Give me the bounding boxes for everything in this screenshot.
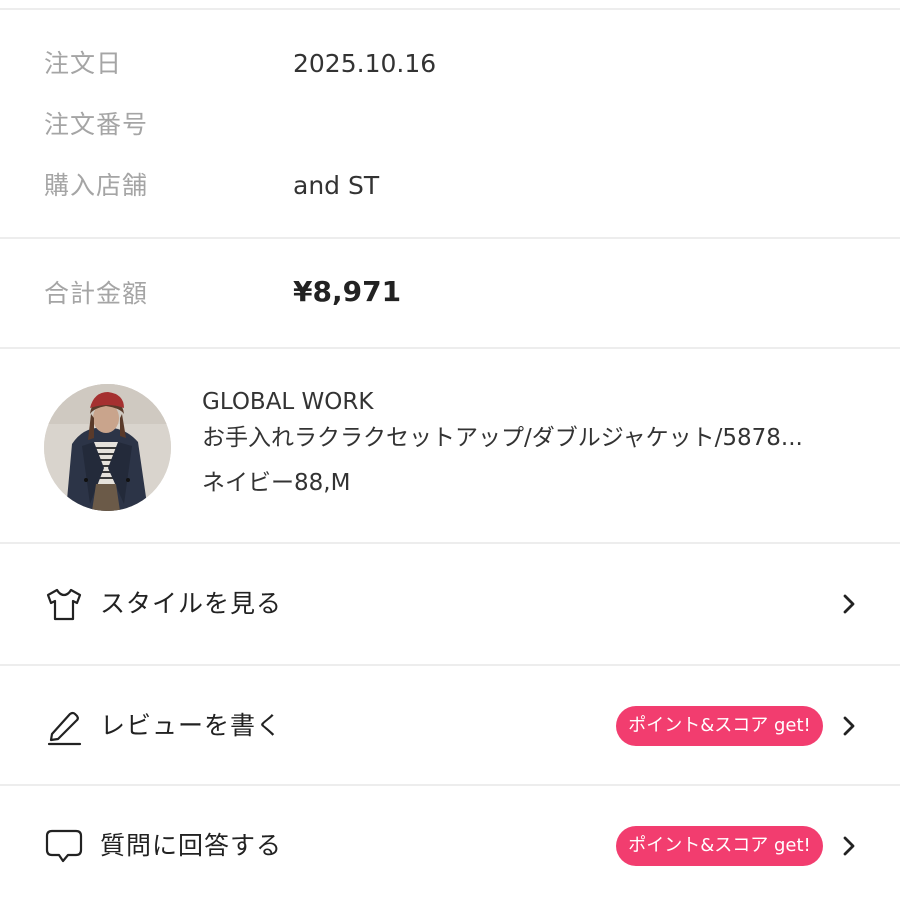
order-info-section: 注文日 2025.10.16 注文番号 購入店舗 and ST xyxy=(0,10,900,238)
product-item[interactable]: GLOBAL WORK お手入れラクラクセットアップ/ダブルジャケット/5878… xyxy=(0,350,900,543)
product-brand: GLOBAL WORK xyxy=(202,389,374,415)
chevron-right-icon xyxy=(843,594,855,614)
product-name: お手入れラクラクセットアップ/ダブルジャケット/5878... xyxy=(202,425,803,451)
divider xyxy=(0,237,900,239)
points-badge: ポイント&スコア get! xyxy=(616,706,823,746)
answer-question-row[interactable]: 質問に回答する ポイント&スコア get! xyxy=(0,786,900,900)
total-amount-label: 合計金額 xyxy=(44,279,149,308)
product-thumbnail[interactable] xyxy=(44,384,171,511)
store-row: 購入店舗 and ST xyxy=(0,166,900,206)
points-badge: ポイント&スコア get! xyxy=(616,826,823,866)
divider xyxy=(0,347,900,349)
product-variant: ネイビー88,M xyxy=(202,470,351,496)
store-label: 購入店舗 xyxy=(44,171,149,200)
order-date-value: 2025.10.16 xyxy=(293,49,437,78)
pencil-icon xyxy=(47,711,82,746)
order-date-row: 注文日 2025.10.16 xyxy=(0,44,900,84)
store-value: and ST xyxy=(293,171,380,200)
t-shirt-icon xyxy=(46,588,82,621)
chevron-right-icon xyxy=(843,716,855,736)
write-review-label: レビューを書く xyxy=(100,711,283,740)
speech-bubble-icon xyxy=(45,829,83,863)
order-number-label: 注文番号 xyxy=(44,110,149,139)
view-style-row[interactable]: スタイルを見る xyxy=(0,544,900,664)
view-style-label: スタイルを見る xyxy=(100,589,283,618)
order-date-label: 注文日 xyxy=(44,49,123,78)
total-amount-section: 合計金額 ¥8,971 xyxy=(0,240,900,348)
total-amount-value: ¥8,971 xyxy=(293,275,402,308)
answer-question-label: 質問に回答する xyxy=(100,831,283,860)
order-number-row: 注文番号 xyxy=(0,105,900,145)
chevron-right-icon xyxy=(843,836,855,856)
product-photo-icon xyxy=(44,384,171,511)
write-review-row[interactable]: レビューを書く ポイント&スコア get! xyxy=(0,666,900,786)
